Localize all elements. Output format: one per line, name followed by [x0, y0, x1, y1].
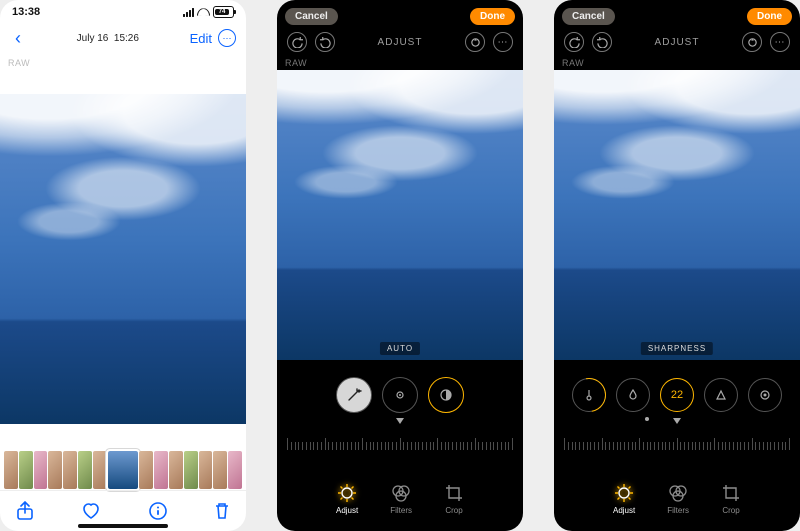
slider-pointer-icon: [396, 418, 404, 424]
raw-badge: RAW: [8, 58, 30, 68]
adjustment-dials[interactable]: [277, 370, 523, 420]
adjustment-label: SHARPNESS: [641, 342, 713, 355]
nav-bar: ‹ July 16 15:26 Edit ⋯: [0, 24, 246, 52]
tint-dial[interactable]: [616, 378, 650, 412]
filters-tab[interactable]: Filters: [390, 483, 412, 515]
share-button[interactable]: [16, 501, 34, 521]
undo-button[interactable]: [287, 32, 307, 52]
more-button[interactable]: ⋯: [770, 32, 790, 52]
status-icons: 74: [183, 6, 234, 18]
photo-preview[interactable]: [277, 70, 523, 360]
done-button[interactable]: Done: [470, 8, 515, 25]
battery-icon: 74: [213, 6, 234, 18]
favorite-button[interactable]: [81, 502, 101, 520]
redo-button[interactable]: [315, 32, 335, 52]
filters-tab[interactable]: Filters: [667, 483, 689, 515]
home-indicator[interactable]: [78, 524, 168, 528]
editor-title: ADJUST: [378, 37, 423, 48]
editor-sharpness-screen: Cancel Done ADJUST ⋯ RAW SHARPNESS 22: [554, 0, 800, 531]
back-button[interactable]: ‹: [10, 28, 26, 49]
sharpness-value: 22: [671, 389, 683, 401]
auto-wand-dial[interactable]: [336, 377, 372, 413]
adjustment-dials[interactable]: 22: [554, 370, 800, 420]
value-slider[interactable]: [287, 424, 513, 450]
brilliance-dial[interactable]: [428, 377, 464, 413]
more-button[interactable]: ⋯: [218, 29, 236, 47]
delete-button[interactable]: [214, 502, 230, 520]
undo-button[interactable]: [564, 32, 584, 52]
thumbnail-strip[interactable]: [4, 451, 242, 489]
warmth-dial[interactable]: [572, 378, 606, 412]
slider-origin-dot: [645, 417, 649, 421]
thumbnail-selected: [108, 451, 138, 489]
editor-mode-tabs: Adjust Filters Crop: [554, 471, 800, 527]
markup-button[interactable]: [465, 32, 485, 52]
status-time: 13:38: [12, 6, 40, 18]
photo-date-title: July 16 15:26: [77, 33, 139, 44]
done-button[interactable]: Done: [747, 8, 792, 25]
exposure-dial[interactable]: [382, 377, 418, 413]
raw-badge: RAW: [562, 58, 584, 68]
adjust-tab[interactable]: Adjust: [613, 483, 635, 515]
crop-tab[interactable]: Crop: [444, 483, 464, 515]
cancel-button[interactable]: Cancel: [285, 8, 338, 25]
redo-button[interactable]: [592, 32, 612, 52]
info-button[interactable]: [149, 502, 167, 520]
raw-badge: RAW: [285, 58, 307, 68]
crop-tab[interactable]: Crop: [721, 483, 741, 515]
status-bar: 13:38 74: [0, 0, 246, 24]
cancel-button[interactable]: Cancel: [562, 8, 615, 25]
definition-dial[interactable]: [704, 378, 738, 412]
value-slider[interactable]: [564, 424, 790, 450]
sharpness-dial[interactable]: 22: [660, 378, 694, 412]
photos-viewer-screen: 13:38 74 ‹ July 16 15:26 Edit ⋯ RAW: [0, 0, 246, 531]
signal-icon: [183, 8, 194, 17]
edit-button[interactable]: Edit: [190, 31, 212, 46]
slider-pointer-icon: [673, 418, 681, 424]
markup-button[interactable]: [742, 32, 762, 52]
editor-title: ADJUST: [655, 37, 700, 48]
photo-preview[interactable]: [0, 94, 246, 424]
adjustment-label: AUTO: [380, 342, 420, 355]
adjust-tab[interactable]: Adjust: [336, 483, 358, 515]
photo-preview[interactable]: [554, 70, 800, 360]
more-button[interactable]: ⋯: [493, 32, 513, 52]
editor-auto-screen: Cancel Done ADJUST ⋯ RAW AUTO: [277, 0, 523, 531]
wifi-icon: [197, 7, 210, 17]
editor-mode-tabs: Adjust Filters Crop: [277, 471, 523, 527]
noise-reduction-dial[interactable]: [748, 378, 782, 412]
